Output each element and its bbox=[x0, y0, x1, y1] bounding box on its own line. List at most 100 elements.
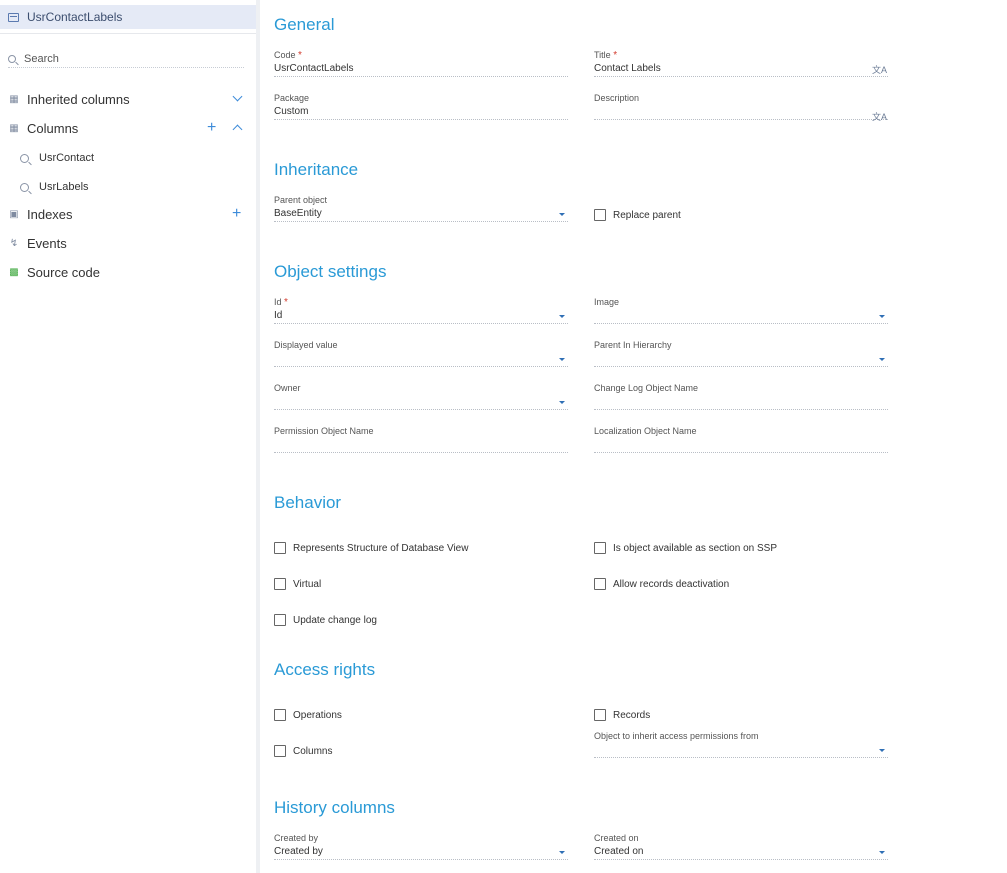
field-label: Permission Object Name bbox=[274, 426, 374, 436]
change-log-field[interactable]: Change Log Object Name bbox=[594, 382, 888, 410]
sidebar-item-label: Inherited columns bbox=[27, 91, 130, 107]
column-item-label: UsrContact bbox=[39, 152, 95, 164]
field-label: Parent In Hierarchy bbox=[594, 340, 672, 350]
update-change-log-checkbox[interactable]: Update change log bbox=[274, 614, 377, 626]
checkbox-box[interactable] bbox=[274, 614, 286, 626]
localization-object-field[interactable]: Localization Object Name bbox=[594, 425, 888, 453]
parent-hierarchy-field[interactable]: Parent In Hierarchy bbox=[594, 339, 888, 367]
field-label: Object to inherit access permissions fro… bbox=[594, 731, 759, 741]
permission-object-input[interactable] bbox=[274, 437, 568, 453]
created-on-select[interactable]: Created on bbox=[594, 844, 888, 860]
section-title-access-rights: Access rights bbox=[274, 660, 376, 679]
checkbox-box[interactable] bbox=[274, 542, 286, 554]
section-title-behavior: Behavior bbox=[274, 493, 342, 512]
search-icon bbox=[8, 54, 16, 63]
checkbox-label: Update change log bbox=[293, 614, 377, 626]
parent-object-select[interactable]: BaseEntity bbox=[274, 206, 568, 222]
inherit-permissions-field[interactable]: Object to inherit access permissions fro… bbox=[594, 730, 888, 758]
change-log-input[interactable] bbox=[594, 394, 888, 410]
indexes-icon: ▣ bbox=[9, 208, 19, 220]
sidebar-item-inherited-columns[interactable]: ▦ Inherited columns bbox=[0, 88, 256, 110]
available-ssp-checkbox[interactable]: Is object available as section on SSP bbox=[594, 542, 777, 554]
checkbox-box[interactable] bbox=[594, 709, 606, 721]
sidebar-item-source-code[interactable]: ▩ Source code bbox=[0, 261, 256, 283]
checkbox-label: Is object available as section on SSP bbox=[613, 542, 777, 554]
section-title-general: General bbox=[274, 15, 335, 34]
dropdown-arrow-icon[interactable] bbox=[559, 315, 565, 318]
checkbox-label: Columns bbox=[293, 745, 333, 757]
sidebar-item-indexes[interactable]: ▣ Indexes bbox=[0, 203, 256, 225]
required-icon: * bbox=[613, 50, 618, 61]
dropdown-arrow-icon[interactable] bbox=[559, 213, 565, 216]
lookup-icon bbox=[20, 182, 29, 192]
created-by-field[interactable]: Created by Created by bbox=[274, 832, 568, 860]
code-field[interactable]: Code * UsrContactLabels bbox=[274, 49, 568, 77]
id-select[interactable]: Id bbox=[274, 308, 568, 324]
checkbox-box[interactable] bbox=[274, 745, 286, 757]
checkbox-label: Represents Structure of Database View bbox=[293, 542, 469, 554]
owner-field[interactable]: Owner bbox=[274, 382, 568, 410]
displayed-value-field[interactable]: Displayed value bbox=[274, 339, 568, 367]
package-field[interactable]: Package Custom bbox=[274, 92, 568, 120]
owner-select[interactable] bbox=[274, 394, 568, 410]
description-input[interactable]: 文A bbox=[594, 104, 888, 122]
column-item-usrcontact[interactable]: UsrContact bbox=[0, 148, 256, 168]
lightning-icon: ↯ bbox=[9, 237, 19, 249]
object-icon bbox=[8, 12, 19, 22]
field-label: Displayed value bbox=[274, 340, 338, 350]
checkbox-box[interactable] bbox=[274, 709, 286, 721]
checkbox-box[interactable] bbox=[274, 578, 286, 590]
source-code-icon: ▩ bbox=[9, 266, 19, 278]
add-column-icon[interactable]: + bbox=[207, 120, 216, 136]
displayed-value-select[interactable] bbox=[274, 351, 568, 367]
allow-deactivation-checkbox[interactable]: Allow records deactivation bbox=[594, 578, 729, 590]
sidebar-item-label: Source code bbox=[27, 264, 100, 280]
column-item-usrlabels[interactable]: UsrLabels bbox=[0, 177, 256, 197]
dropdown-arrow-icon[interactable] bbox=[559, 358, 565, 361]
dropdown-arrow-icon[interactable] bbox=[879, 851, 885, 854]
parent-hierarchy-select[interactable] bbox=[594, 351, 888, 367]
dropdown-arrow-icon[interactable] bbox=[879, 315, 885, 318]
created-on-field[interactable]: Created on Created on bbox=[594, 832, 888, 860]
permission-object-field[interactable]: Permission Object Name bbox=[274, 425, 568, 453]
dropdown-arrow-icon[interactable] bbox=[559, 851, 565, 854]
title-field[interactable]: Title * Contact Labels 文A bbox=[594, 49, 888, 77]
records-checkbox[interactable]: Records bbox=[594, 709, 650, 721]
object-tree-item[interactable]: UsrContactLabels bbox=[0, 5, 256, 29]
sidebar-item-events[interactable]: ↯ Events bbox=[0, 232, 256, 254]
columns-icon: ▦ bbox=[9, 122, 19, 134]
title-input[interactable]: Contact Labels 文A bbox=[594, 61, 888, 77]
inherit-permissions-select[interactable] bbox=[594, 742, 888, 758]
checkbox-box[interactable] bbox=[594, 578, 606, 590]
dropdown-arrow-icon[interactable] bbox=[879, 358, 885, 361]
lookup-icon bbox=[20, 153, 29, 163]
translate-icon[interactable]: 文A bbox=[872, 109, 887, 125]
id-value: Id bbox=[274, 310, 283, 321]
search-input[interactable]: Search bbox=[8, 50, 244, 68]
parent-object-field[interactable]: Parent object BaseEntity bbox=[274, 194, 568, 222]
checkbox-box[interactable] bbox=[594, 209, 606, 221]
dropdown-arrow-icon[interactable] bbox=[559, 401, 565, 404]
operations-checkbox[interactable]: Operations bbox=[274, 709, 342, 721]
image-select[interactable] bbox=[594, 308, 888, 324]
sidebar-item-columns[interactable]: ▦ Columns bbox=[0, 117, 256, 139]
package-input[interactable]: Custom bbox=[274, 104, 568, 120]
description-field[interactable]: Description 文A bbox=[594, 92, 888, 122]
represents-db-view-checkbox[interactable]: Represents Structure of Database View bbox=[274, 542, 468, 554]
column-item-label: UsrLabels bbox=[39, 181, 89, 193]
checkbox-box[interactable] bbox=[594, 542, 606, 554]
code-input[interactable]: UsrContactLabels bbox=[274, 61, 568, 77]
localization-object-input[interactable] bbox=[594, 437, 888, 453]
replace-parent-checkbox[interactable]: Replace parent bbox=[594, 209, 681, 221]
image-field[interactable]: Image bbox=[594, 296, 888, 324]
created-on-value: Created on bbox=[594, 846, 644, 857]
add-index-icon[interactable]: + bbox=[232, 206, 241, 222]
field-label: Title bbox=[594, 50, 611, 60]
id-field[interactable]: Id * Id bbox=[274, 296, 568, 324]
created-by-select[interactable]: Created by bbox=[274, 844, 568, 860]
dropdown-arrow-icon[interactable] bbox=[879, 749, 885, 752]
virtual-checkbox[interactable]: Virtual bbox=[274, 578, 321, 590]
columns-checkbox[interactable]: Columns bbox=[274, 745, 332, 757]
translate-icon[interactable]: 文A bbox=[872, 62, 887, 78]
sidebar-item-label: Events bbox=[27, 235, 67, 251]
